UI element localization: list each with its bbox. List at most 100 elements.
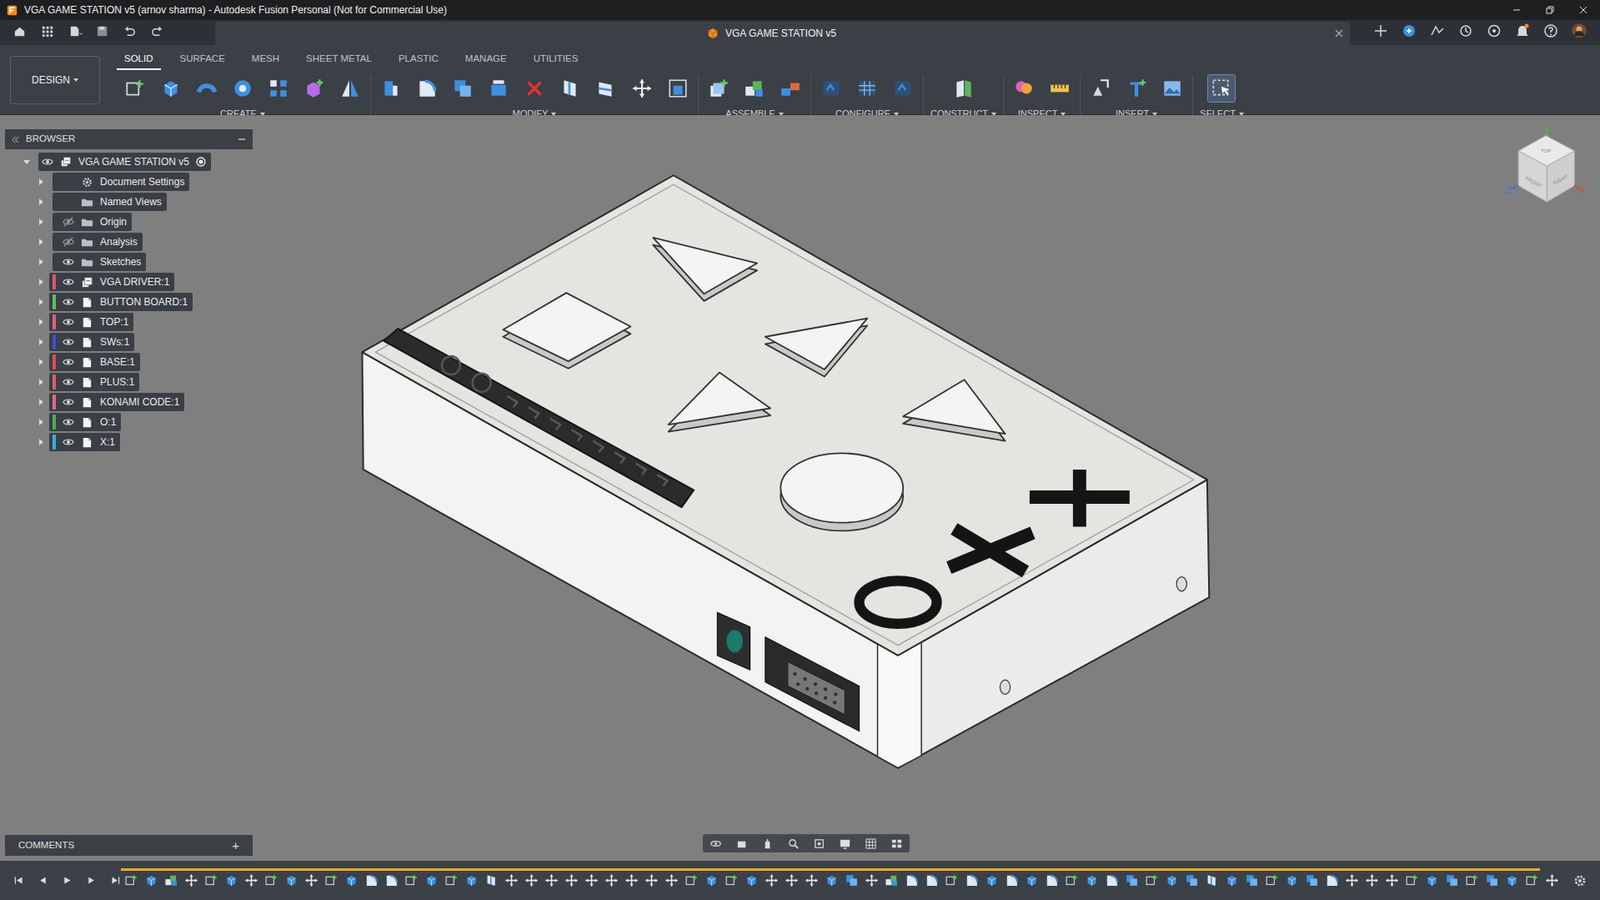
pushpull-tool-icon[interactable]	[377, 75, 405, 102]
timeline-sketch-icon[interactable]	[200, 870, 221, 891]
home-icon[interactable]	[13, 24, 28, 39]
browser-item[interactable]: KONAMI CODE:1	[5, 391, 253, 412]
timeline-move-icon[interactable]	[601, 870, 622, 891]
browser-item[interactable]: BUTTON BOARD:1	[5, 291, 253, 312]
timeline-move-icon[interactable]	[621, 870, 642, 891]
close-window-icon[interactable]	[1566, 0, 1600, 21]
timeline-move-icon[interactable]	[641, 870, 662, 891]
hole-tool-icon[interactable]	[229, 75, 256, 102]
split-tool-icon[interactable]	[556, 75, 584, 102]
display-settings-icon[interactable]	[838, 837, 852, 850]
visibility-eye-icon[interactable]	[62, 295, 75, 308]
timeline-move-icon[interactable]	[300, 870, 322, 891]
timeline-sketch-icon[interactable]	[1261, 870, 1282, 891]
browser-item[interactable]: Origin	[5, 211, 253, 232]
timeline-extrude-icon[interactable]	[1021, 870, 1042, 891]
timeline-extrude-icon[interactable]	[741, 870, 762, 891]
view-cube-face[interactable]: RIGHT	[1551, 173, 1569, 186]
browser-item[interactable]: Document Settings	[5, 171, 253, 192]
timeline-sketch-icon[interactable]	[1521, 870, 1542, 891]
timeline-split-icon[interactable]	[1201, 870, 1222, 891]
timeline-move-icon[interactable]	[801, 870, 822, 891]
job-status-icon[interactable]	[1429, 23, 1445, 39]
expand-toggle[interactable]	[36, 438, 46, 446]
toolbar-tab[interactable]: MANAGE	[457, 48, 515, 71]
image-tool-icon[interactable]	[1158, 75, 1186, 102]
timeline-move-icon[interactable]	[1381, 870, 1402, 891]
timeline-move-icon[interactable]	[781, 870, 802, 891]
redo-icon[interactable]	[150, 24, 166, 39]
timeline-move-icon[interactable]	[180, 870, 201, 891]
next-step-icon[interactable]	[85, 874, 97, 886]
timeline-move-icon[interactable]	[761, 870, 782, 891]
model-view[interactable]: TOPFRONTRIGHTZX	[0, 115, 1600, 861]
timeline-move-icon[interactable]	[1341, 870, 1362, 891]
look-at-icon[interactable]	[735, 837, 748, 850]
browser-header[interactable]: BROWSER	[5, 129, 253, 150]
insert-tool-icon[interactable]	[1087, 75, 1114, 102]
timeline-move-icon[interactable]	[541, 870, 562, 891]
config-tool-icon[interactable]	[817, 75, 845, 102]
expand-toggle[interactable]	[36, 278, 46, 286]
expand-toggle[interactable]	[36, 398, 46, 406]
browser-item[interactable]: X:1	[5, 431, 253, 452]
browser-item[interactable]: Analysis	[5, 231, 253, 252]
timeline-extrude-icon[interactable]	[220, 870, 241, 891]
timeline-split-icon[interactable]	[481, 870, 502, 891]
help-icon[interactable]	[1543, 23, 1559, 39]
sweep-tool-icon[interactable]	[193, 75, 221, 102]
comments-bar[interactable]: COMMENTS+	[5, 834, 253, 856]
timeline-combine-icon[interactable]	[1301, 870, 1322, 891]
offset-tool-icon[interactable]	[485, 75, 512, 102]
pattern-tool-icon[interactable]	[265, 75, 292, 102]
timeline-move-icon[interactable]	[1361, 870, 1382, 891]
expand-toggle[interactable]	[36, 198, 46, 206]
expand-toggle[interactable]	[36, 358, 46, 366]
toolbar-tab[interactable]: SOLID	[116, 48, 161, 71]
new-tab-icon[interactable]	[1373, 23, 1389, 39]
zoom-icon[interactable]	[787, 837, 800, 850]
fit-icon[interactable]	[812, 837, 826, 850]
save-icon[interactable]	[95, 24, 111, 39]
extrude-tool-icon[interactable]	[157, 75, 185, 102]
view-cube[interactable]: TOPFRONTRIGHTZX	[1505, 125, 1586, 202]
expand-toggle[interactable]	[36, 238, 46, 246]
timeline-sketch-icon[interactable]	[441, 870, 462, 891]
toolbar-tab[interactable]: SURFACE	[172, 48, 233, 71]
minimize-panel-icon[interactable]	[237, 135, 246, 144]
timeline-combine-icon[interactable]	[1121, 870, 1142, 891]
timeline-extrude-icon[interactable]	[1501, 870, 1522, 891]
timeline-sketch-icon[interactable]	[941, 870, 962, 891]
expand-toggle[interactable]	[36, 258, 46, 266]
notifications-icon[interactable]	[1514, 23, 1530, 39]
timeline-extrude-icon[interactable]	[981, 870, 1002, 891]
data-panel-icon[interactable]	[40, 24, 56, 39]
view-cube-face[interactable]: TOP	[1540, 147, 1551, 154]
timeline-joint-icon[interactable]	[881, 870, 902, 891]
timeline-sketch-icon[interactable]	[1061, 870, 1082, 891]
timeline-move-icon[interactable]	[1541, 870, 1560, 891]
timeline-fillet-icon[interactable]	[361, 870, 382, 891]
first-step-icon[interactable]	[13, 874, 25, 886]
clock-icon[interactable]	[1486, 23, 1502, 39]
timeline-fillet-icon[interactable]	[1101, 870, 1122, 891]
visibility-eye-icon[interactable]	[62, 396, 75, 408]
visibility-eye-icon[interactable]	[62, 416, 75, 428]
undo-icon[interactable]	[123, 24, 138, 39]
form-tool-icon[interactable]	[300, 75, 328, 102]
timeline-move-icon[interactable]	[240, 870, 261, 891]
grid-icon[interactable]	[864, 837, 878, 850]
toolbar-tab[interactable]: SHEET METAL	[298, 48, 380, 71]
expand-toggle[interactable]	[36, 178, 46, 186]
joint-tool-icon[interactable]	[741, 75, 768, 102]
timeline-joint-icon[interactable]	[160, 870, 181, 891]
combine-tool-icon[interactable]	[449, 75, 477, 102]
timeline-fillet-icon[interactable]	[921, 870, 942, 891]
timeline-fillet-icon[interactable]	[1001, 870, 1022, 891]
text-tool-icon[interactable]	[1123, 75, 1150, 102]
browser-item[interactable]: TOP:1	[5, 311, 253, 332]
browser-item[interactable]: O:1	[5, 411, 253, 432]
timeline-move-icon[interactable]	[661, 870, 682, 891]
timeline-sketch-icon[interactable]	[1461, 870, 1482, 891]
timeline-fillet-icon[interactable]	[961, 870, 982, 891]
